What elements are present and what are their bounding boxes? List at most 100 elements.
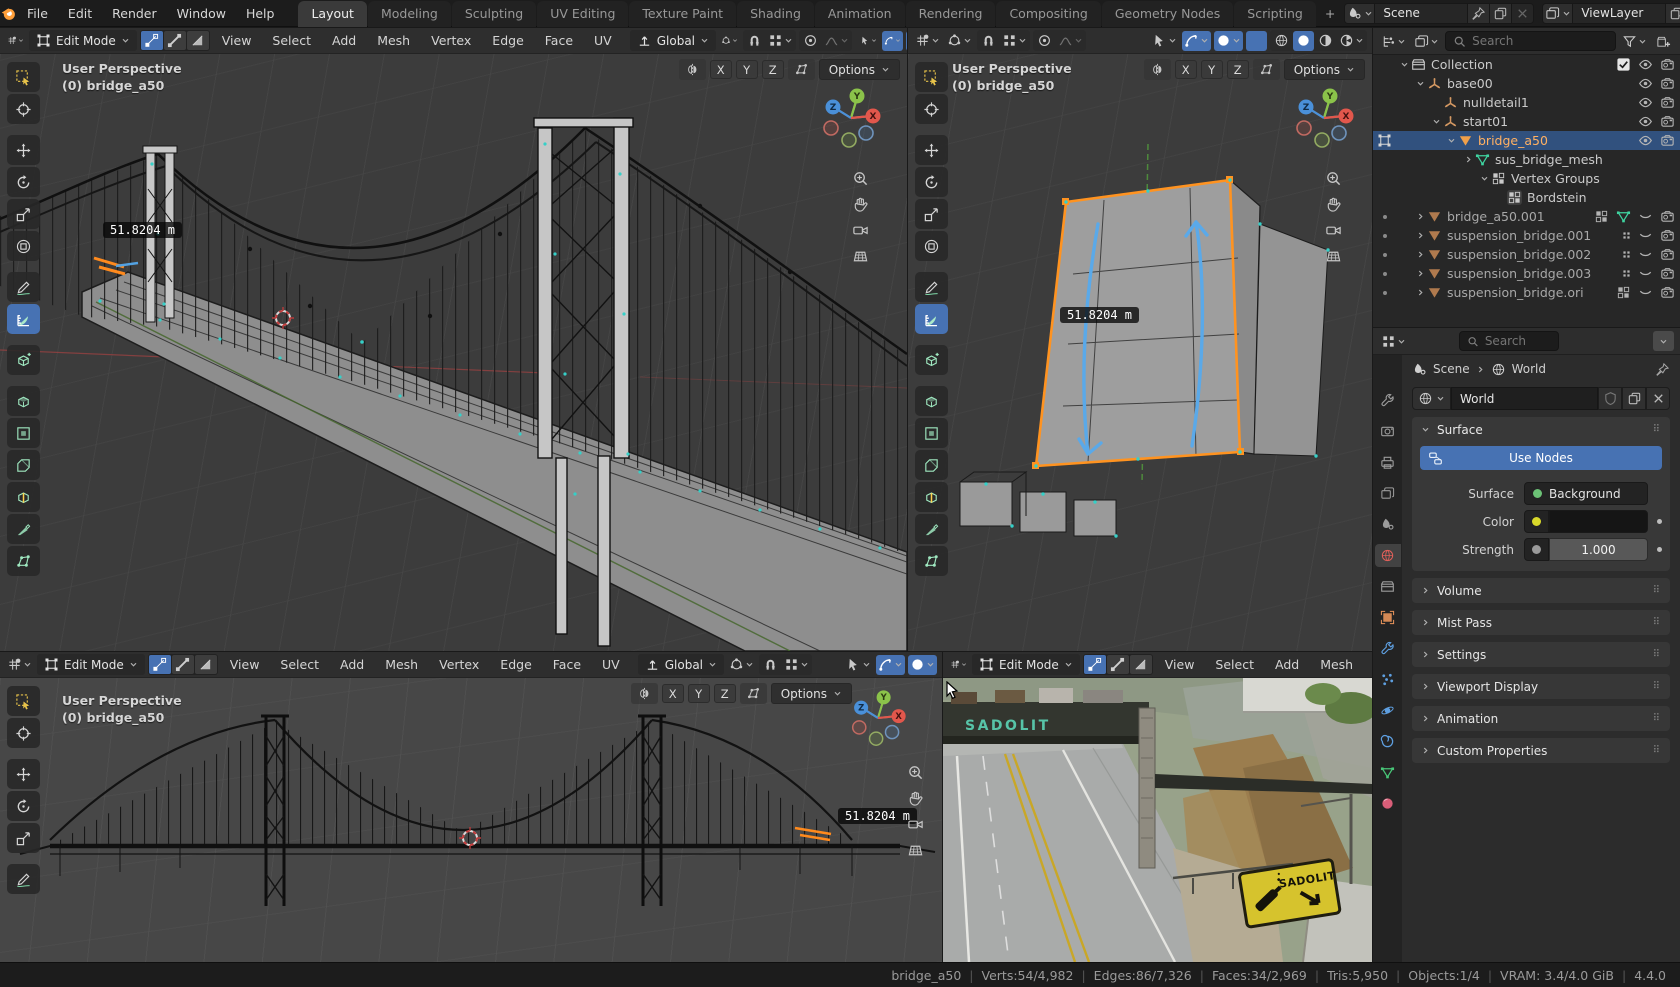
animation-panel-header[interactable]: Animation⠿ xyxy=(1412,706,1670,731)
tab-modifiers[interactable] xyxy=(1375,637,1401,660)
viewlayer-selector[interactable]: ViewLayer xyxy=(1542,3,1680,24)
properties-search[interactable] xyxy=(1459,331,1559,351)
camera-icon[interactable] xyxy=(1660,247,1675,262)
tab-sculpting[interactable]: Sculpting xyxy=(452,1,536,27)
eye-closed-icon[interactable] xyxy=(1638,209,1653,224)
mirror-z-button[interactable]: Z xyxy=(762,60,784,79)
edge-mode-button[interactable] xyxy=(1107,655,1129,674)
camera-icon[interactable] xyxy=(1660,133,1675,148)
rotate-tool[interactable] xyxy=(915,167,948,197)
tab-scripting[interactable]: Scripting xyxy=(1234,1,1316,27)
outliner-row-suspension-bridge-002[interactable]: suspension_bridge.002 xyxy=(1373,245,1680,264)
show-gizmo-pointer-icon[interactable] xyxy=(1150,31,1179,51)
menu-edit[interactable]: Edit xyxy=(58,6,102,21)
new-viewlayer-icon[interactable] xyxy=(1665,4,1680,23)
menu-view[interactable]: View xyxy=(213,33,261,48)
outliner-row-suspension-bridge-001[interactable]: suspension_bridge.001 xyxy=(1373,226,1680,245)
strength-slider[interactable]: 1.000 xyxy=(1549,538,1648,561)
mode-dropdown[interactable]: Edit Mode xyxy=(37,654,145,675)
browse-world-icon[interactable] xyxy=(1412,387,1451,410)
tab-view-layer[interactable] xyxy=(1375,482,1401,505)
knife-tool[interactable] xyxy=(7,514,40,544)
cursor-tool[interactable] xyxy=(7,718,40,748)
blender-logo-icon[interactable] xyxy=(0,5,17,22)
expand-icon[interactable] xyxy=(1413,269,1427,278)
mirror-y-button[interactable]: Y xyxy=(736,60,758,79)
mode-dropdown[interactable]: Edit Mode xyxy=(972,654,1080,675)
snap-target-icon[interactable] xyxy=(1000,31,1029,51)
tab-rendering[interactable]: Rendering xyxy=(906,1,996,27)
rendered-shading-icon[interactable] xyxy=(1337,31,1366,51)
drag-handle-icon[interactable]: ⠿ xyxy=(1653,585,1661,596)
menu-vertex[interactable]: Vertex xyxy=(1365,657,1372,672)
tab-physics[interactable] xyxy=(1375,699,1401,722)
knife-tool[interactable] xyxy=(915,514,948,544)
color-swatch-field[interactable] xyxy=(1549,510,1648,533)
outliner-row-base00[interactable]: base00 xyxy=(1373,74,1680,93)
mirror-icon[interactable] xyxy=(1144,59,1171,80)
overlays-toggle-icon[interactable] xyxy=(908,655,937,675)
pin-icon[interactable] xyxy=(1467,4,1489,23)
viewport-top-right[interactable]: User Perspective(0) bridge_a50 51.8204 m xyxy=(908,28,1372,651)
expand-icon[interactable] xyxy=(1397,60,1411,69)
expand-icon[interactable] xyxy=(1477,174,1491,183)
eye-open-icon[interactable] xyxy=(1638,57,1653,72)
falloff-curve-icon[interactable] xyxy=(1056,31,1085,51)
scale-tool[interactable] xyxy=(7,199,40,229)
eye-open-icon[interactable] xyxy=(1638,76,1653,91)
eye-open-icon[interactable] xyxy=(1638,114,1653,129)
cursor-tool[interactable] xyxy=(915,94,948,124)
menu-select[interactable]: Select xyxy=(271,657,328,672)
menu-mesh[interactable]: Mesh xyxy=(1311,657,1362,672)
camera-icon[interactable] xyxy=(1660,76,1675,91)
snap-falloff-icon[interactable] xyxy=(788,59,815,80)
falloff-curve-icon[interactable] xyxy=(822,31,851,51)
breadcrumb-scene[interactable]: Scene xyxy=(1433,362,1470,376)
editor-type-icon[interactable] xyxy=(913,31,942,51)
custom-properties-panel-header[interactable]: Custom Properties⠿ xyxy=(1412,738,1670,763)
menu-file[interactable]: File xyxy=(17,6,58,21)
eye-open-icon[interactable] xyxy=(1638,133,1653,148)
outliner-row-vertex-groups[interactable]: Vertex Groups xyxy=(1373,169,1680,188)
expand-icon[interactable] xyxy=(1413,212,1427,221)
menu-add[interactable]: Add xyxy=(323,33,365,48)
value-socket-icon[interactable] xyxy=(1524,538,1549,561)
outliner-row-sus-bridge-mesh[interactable]: sus_bridge_mesh xyxy=(1373,150,1680,169)
pivot-point-icon[interactable] xyxy=(719,31,740,51)
zoom-icon[interactable] xyxy=(852,170,869,187)
poly-build-tool[interactable] xyxy=(915,546,948,576)
orthographic-grid-icon[interactable] xyxy=(1325,248,1342,265)
tab-constraints[interactable] xyxy=(1375,730,1401,753)
camera-icon[interactable] xyxy=(1660,114,1675,129)
mirror-z-button[interactable]: Z xyxy=(714,684,736,703)
tab-texture-paint[interactable]: Texture Paint xyxy=(629,1,736,27)
snap-falloff-icon[interactable] xyxy=(1253,59,1280,80)
outliner-row-suspension-bridge-003[interactable]: suspension_bridge.003 xyxy=(1373,264,1680,283)
pan-hand-icon[interactable] xyxy=(852,196,869,213)
editor-type-icon[interactable] xyxy=(5,655,34,675)
menu-uv[interactable]: UV xyxy=(593,657,629,672)
measure-tool[interactable] xyxy=(7,304,40,334)
navigation-gizmo[interactable] xyxy=(848,688,908,748)
drag-handle-icon[interactable]: ⠿ xyxy=(1653,424,1661,435)
keyframe-dot-icon[interactable] xyxy=(1657,519,1662,524)
viewport-canvas[interactable]: User Perspective(0) bridge_a50 51.8204 m xyxy=(908,54,1372,651)
extrude-region-tool[interactable] xyxy=(7,386,40,416)
proportional-edit-icon[interactable] xyxy=(1034,31,1055,51)
drag-handle-icon[interactable]: ⠿ xyxy=(1653,745,1661,756)
pan-hand-icon[interactable] xyxy=(1325,196,1342,213)
outliner-row-bridge-a50-001[interactable]: bridge_a50.001 xyxy=(1373,207,1680,226)
options-dropdown[interactable]: Options xyxy=(1284,59,1365,80)
properties-search-input[interactable] xyxy=(1485,334,1551,348)
gizmos-toggle-icon[interactable] xyxy=(876,655,905,675)
drag-handle-icon[interactable]: ⠿ xyxy=(1653,713,1661,724)
menu-vertex[interactable]: Vertex xyxy=(430,657,488,672)
menu-edge[interactable]: Edge xyxy=(491,657,540,672)
snap-target-icon[interactable] xyxy=(766,31,795,51)
duplicate-icon[interactable] xyxy=(1622,387,1646,410)
camera-view-icon[interactable] xyxy=(852,222,869,239)
eye-closed-icon[interactable] xyxy=(1638,247,1653,262)
expand-icon[interactable] xyxy=(1413,231,1427,240)
mist-pass-panel-header[interactable]: Mist Pass⠿ xyxy=(1412,610,1670,635)
vertex-mode-button[interactable] xyxy=(141,31,163,50)
